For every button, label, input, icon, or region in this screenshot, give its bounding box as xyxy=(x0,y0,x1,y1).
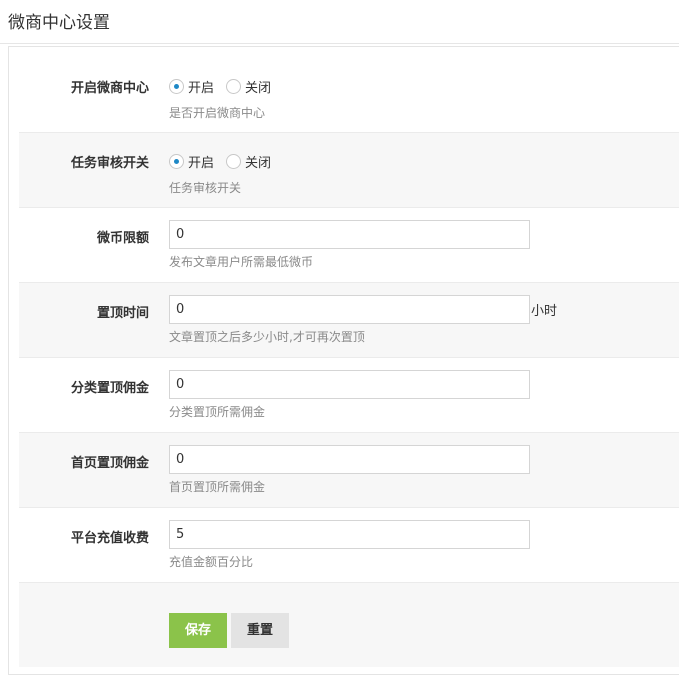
field-help: 任务审核开关 xyxy=(169,181,242,195)
title-divider xyxy=(0,43,679,44)
radio-label: 开启 xyxy=(188,81,215,96)
radio-label: 关闭 xyxy=(245,156,272,171)
field-help: 首页置顶所需佣金 xyxy=(169,480,266,494)
category-commission-input[interactable]: 0 xyxy=(169,370,530,399)
field-label: 开启微商中心 xyxy=(70,81,149,96)
field-help: 是否开启微商中心 xyxy=(169,106,266,120)
field-help: 文章置顶之后多少小时,才可再次置顶 xyxy=(169,330,365,344)
radio-enable-off[interactable]: 关闭 xyxy=(226,77,271,96)
radio-checked-icon[interactable] xyxy=(169,154,184,169)
field-label: 分类置顶佣金 xyxy=(70,381,149,396)
radio-label: 开启 xyxy=(188,156,215,171)
enable-center-radio-group: 开启 关闭 xyxy=(169,77,283,96)
form-row-coin-limit: 微币限额 0 发布文章用户所需最低微币 xyxy=(19,208,679,283)
field-help: 充值金额百分比 xyxy=(169,555,254,569)
field-label: 平台充值收费 xyxy=(70,531,149,546)
unit-suffix: 小时 xyxy=(531,304,558,319)
form-actions: 保存 重置 xyxy=(19,583,679,667)
form-row-category-commission: 分类置顶佣金 0 分类置顶所需佣金 xyxy=(19,358,679,433)
radio-checked-icon[interactable] xyxy=(169,79,184,94)
homepage-commission-input[interactable]: 0 xyxy=(169,445,530,474)
form-row-top-time: 置顶时间 0 小时 文章置顶之后多少小时,才可再次置顶 xyxy=(19,283,679,358)
settings-panel: 开启微商中心 开启 关闭 是否开启微商中心 任务审核开关 开启 关闭 任务审核开… xyxy=(8,46,679,675)
field-help: 分类置顶所需佣金 xyxy=(169,405,266,419)
settings-form: 开启微商中心 开启 关闭 是否开启微商中心 任务审核开关 开启 关闭 任务审核开… xyxy=(19,56,679,667)
radio-unchecked-icon[interactable] xyxy=(226,154,242,169)
radio-label: 关闭 xyxy=(245,81,272,96)
field-label: 置顶时间 xyxy=(96,306,149,321)
page-title: 微商中心设置 xyxy=(8,13,110,33)
radio-review-off[interactable]: 关闭 xyxy=(226,152,271,171)
form-row-enable-center: 开启微商中心 开启 关闭 是否开启微商中心 xyxy=(19,56,679,133)
field-label: 任务审核开关 xyxy=(70,156,149,171)
recharge-fee-input[interactable]: 5 xyxy=(169,520,530,549)
form-row-task-review: 任务审核开关 开启 关闭 任务审核开关 xyxy=(19,133,679,208)
radio-unchecked-icon[interactable] xyxy=(226,79,242,94)
task-review-radio-group: 开启 关闭 xyxy=(169,152,283,171)
field-help: 发布文章用户所需最低微币 xyxy=(169,255,314,269)
form-row-recharge-fee: 平台充值收费 5 充值金额百分比 xyxy=(19,508,679,583)
top-time-input[interactable]: 0 xyxy=(169,295,530,324)
coin-limit-input[interactable]: 0 xyxy=(169,220,530,249)
field-label: 微币限额 xyxy=(96,231,149,246)
radio-enable-on[interactable]: 开启 xyxy=(169,77,214,96)
radio-review-on[interactable]: 开启 xyxy=(169,152,214,171)
save-button[interactable]: 保存 xyxy=(169,613,227,648)
form-row-homepage-commission: 首页置顶佣金 0 首页置顶所需佣金 xyxy=(19,433,679,508)
reset-button[interactable]: 重置 xyxy=(231,613,289,648)
field-label: 首页置顶佣金 xyxy=(70,456,149,471)
